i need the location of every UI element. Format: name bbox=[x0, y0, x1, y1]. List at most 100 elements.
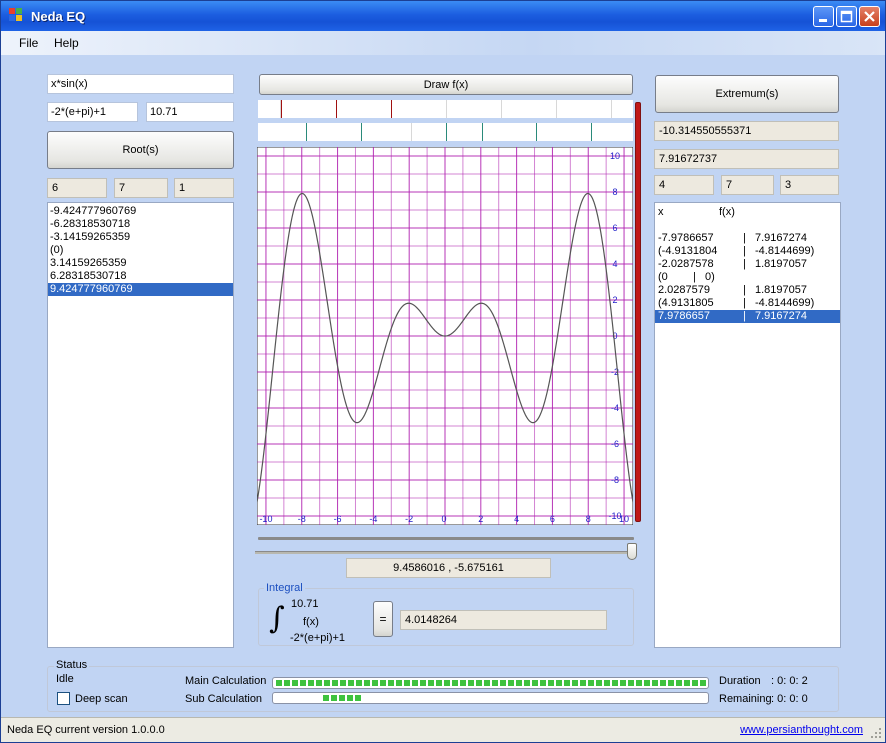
function-input[interactable]: x*sin(x) bbox=[47, 74, 234, 94]
extremum-list-item[interactable]: (-4.9131804 | -4.8144699) bbox=[655, 245, 840, 258]
integral-equals-button[interactable]: = bbox=[373, 601, 393, 637]
x-tick-label: -10 bbox=[259, 514, 272, 524]
extremum-x-value: (4.9131805 bbox=[658, 297, 714, 309]
range-to-input[interactable]: 10.71 bbox=[146, 102, 234, 122]
y-tick-label: 8 bbox=[612, 187, 617, 197]
y-tick-label: 10 bbox=[610, 151, 620, 161]
extremum-list-item[interactable]: 7.9786657 | 7.9167274 bbox=[655, 310, 840, 323]
x-tick-label: 4 bbox=[514, 514, 519, 524]
status-bar: Neda EQ current version 1.0.0.0 www.pers… bbox=[1, 717, 885, 742]
extremum-list-item[interactable]: (0 | 0) bbox=[655, 271, 840, 284]
root-list-item[interactable]: (0) bbox=[48, 244, 233, 257]
menu-help[interactable]: Help bbox=[54, 36, 79, 50]
root-list-item[interactable]: 3.14159265359 bbox=[48, 257, 233, 270]
extremum-x-value: (0 bbox=[658, 271, 668, 283]
deep-scan-checkbox[interactable] bbox=[57, 692, 70, 705]
extremum-separator: | bbox=[743, 297, 746, 309]
main-calc-progress bbox=[272, 677, 709, 689]
cursor-slider-thumb[interactable] bbox=[627, 543, 637, 560]
extremum-list-item[interactable]: (4.9131805 | -4.8144699) bbox=[655, 297, 840, 310]
extremum-x-value: (-4.9131804 bbox=[658, 245, 718, 257]
extremum-fx-value: -4.8144699) bbox=[755, 245, 815, 257]
y-tick-label: 4 bbox=[612, 259, 617, 269]
function-plot[interactable]: -10 -8 -6 -4 -2 0 2 4 6 8 101086420-2-4-6-8-10 bbox=[257, 147, 633, 525]
extremum-separator: | bbox=[743, 284, 746, 296]
extremum-fx-value: 7.9167274 bbox=[755, 232, 807, 244]
app-icon bbox=[9, 8, 23, 22]
x-tick-label: -2 bbox=[405, 514, 413, 524]
extremum-list-header: x f(x) bbox=[655, 206, 840, 219]
status-group bbox=[47, 666, 839, 712]
root-marker-ruler bbox=[258, 100, 633, 118]
root-button[interactable]: Root(s) bbox=[47, 131, 234, 169]
extremum-param-2[interactable]: 7 bbox=[721, 175, 774, 195]
root-list-item[interactable]: 6.28318530718 bbox=[48, 270, 233, 283]
sub-calc-progress-fill bbox=[323, 695, 362, 701]
integral-sign: ∫ bbox=[269, 601, 285, 636]
vertical-scale-bar[interactable] bbox=[635, 102, 641, 522]
header-x: x bbox=[658, 206, 664, 218]
window-title: Neda EQ bbox=[31, 9, 86, 24]
remaining-value: : 0: 0: 0 bbox=[771, 693, 808, 705]
roots-listbox[interactable]: -9.424777960769 -6.28318530718 -3.14159265… bbox=[47, 202, 234, 648]
title-bar[interactable]: Neda EQ bbox=[1, 1, 885, 31]
extremum-list-item[interactable]: 2.0287579 | 1.8197057 bbox=[655, 284, 840, 297]
y-tick-label: -4 bbox=[611, 403, 619, 413]
extremum-button[interactable]: Extremum(s) bbox=[655, 75, 839, 113]
extremum-x-value: 2.0287579 bbox=[658, 284, 710, 296]
root-param-3[interactable]: 1 bbox=[174, 178, 234, 198]
x-tick-label: -6 bbox=[334, 514, 342, 524]
close-icon bbox=[864, 11, 875, 22]
y-tick-label: -6 bbox=[611, 439, 619, 449]
duration-label: Duration bbox=[719, 675, 761, 687]
integral-result[interactable]: 4.0148264 bbox=[400, 610, 607, 630]
root-param-2[interactable]: 7 bbox=[114, 178, 168, 198]
extremum-separator: | bbox=[743, 310, 746, 322]
status-group-title: Status bbox=[54, 659, 90, 671]
main-client-area: x*sin(x) -2*(e+pi)+1 10.71 Root(s) 6 7 1… bbox=[1, 55, 885, 717]
deep-scan-label[interactable]: Deep scan bbox=[75, 693, 128, 705]
horizontal-scroll-track[interactable] bbox=[258, 537, 634, 540]
cursor-slider-track[interactable] bbox=[255, 551, 637, 554]
extremum-separator: | bbox=[743, 245, 746, 257]
maximize-button[interactable] bbox=[836, 6, 857, 27]
extremum-x-value: -7.9786657 bbox=[658, 232, 714, 244]
extremum-param-1[interactable]: 4 bbox=[654, 175, 714, 195]
extremum-field-2[interactable]: 7.91672737 bbox=[654, 149, 839, 169]
minimize-button[interactable] bbox=[813, 6, 834, 27]
root-list-item[interactable]: -6.28318530718 bbox=[48, 218, 233, 231]
integral-group-title: Integral bbox=[264, 582, 305, 594]
sub-calc-label: Sub Calculation bbox=[185, 693, 263, 705]
y-tick-label: -8 bbox=[611, 475, 619, 485]
root-list-item[interactable]: -3.14159265359 bbox=[48, 231, 233, 244]
app-window: Neda EQ File Help x*sin(x) -2*(e+pi)+1 1… bbox=[0, 0, 886, 743]
y-tick-label: -10 bbox=[608, 511, 621, 521]
root-list-item[interactable]: 9.424777960769 bbox=[48, 283, 233, 296]
website-link[interactable]: www.persianthought.com bbox=[740, 724, 863, 736]
main-calc-progress-fill bbox=[276, 680, 706, 686]
draw-button[interactable]: Draw f(x) bbox=[259, 74, 633, 95]
extremum-list-item[interactable]: -2.0287578 | 1.8197057 bbox=[655, 258, 840, 271]
integral-upper-limit: 10.71 bbox=[291, 598, 319, 610]
extremum-separator: | bbox=[743, 258, 746, 270]
sub-calc-progress bbox=[272, 692, 709, 704]
remaining-label: Remaining bbox=[719, 693, 772, 705]
x-tick-label: 8 bbox=[586, 514, 591, 524]
extremum-list-item[interactable]: -7.9786657 | 7.9167274 bbox=[655, 232, 840, 245]
extremum-field-1[interactable]: -10.314550555371 bbox=[654, 121, 839, 141]
x-tick-label: -4 bbox=[369, 514, 377, 524]
resize-grip-icon[interactable] bbox=[870, 727, 882, 739]
duration-value: : 0: 0: 2 bbox=[771, 675, 808, 687]
root-param-1[interactable]: 6 bbox=[47, 178, 107, 198]
range-from-input[interactable]: -2*(e+pi)+1 bbox=[47, 102, 138, 122]
extremum-listbox[interactable]: x f(x) -7.9786657 | 7.9167274 (-4.9131804 | -… bbox=[654, 202, 841, 648]
menu-file[interactable]: File bbox=[19, 36, 38, 50]
x-tick-label: 2 bbox=[478, 514, 483, 524]
x-tick-label: 0 bbox=[441, 514, 446, 524]
root-list-item[interactable]: -9.424777960769 bbox=[48, 205, 233, 218]
close-button[interactable] bbox=[859, 6, 880, 27]
extremum-param-3[interactable]: 3 bbox=[780, 175, 839, 195]
x-tick-label: 6 bbox=[550, 514, 555, 524]
extremum-fx-value: 1.8197057 bbox=[755, 284, 807, 296]
extremum-marker-ruler bbox=[258, 123, 633, 141]
